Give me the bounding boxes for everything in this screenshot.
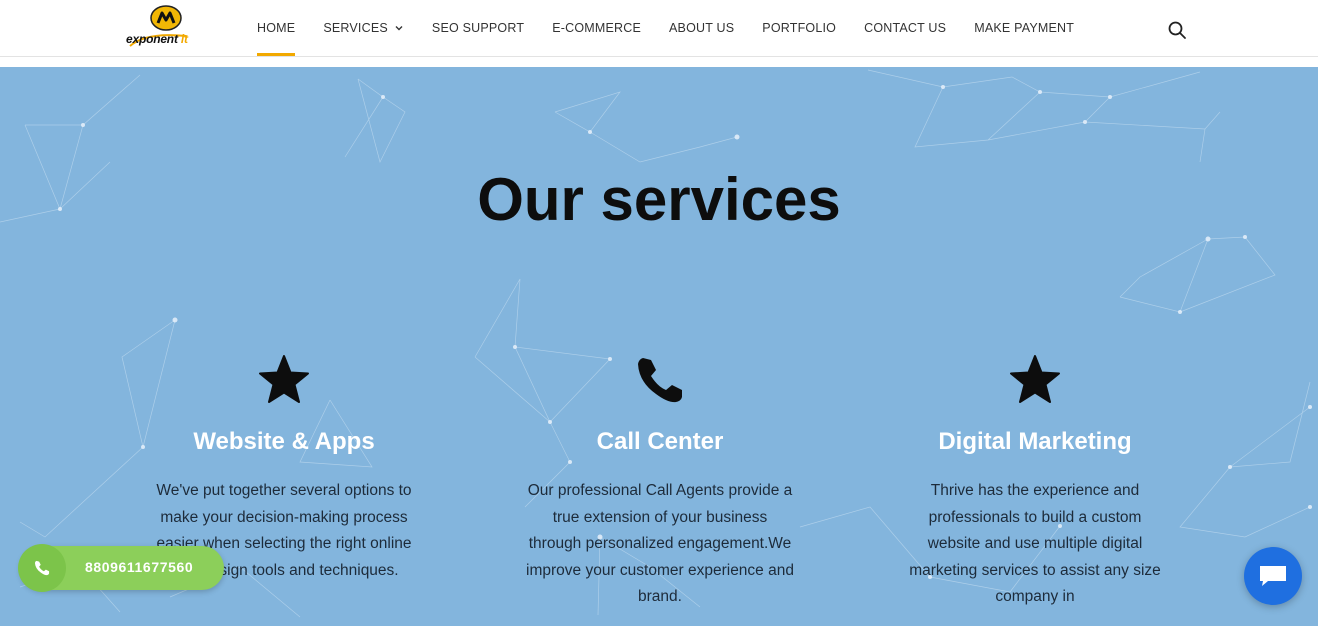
phone-icon (34, 560, 50, 576)
nav-seo-support[interactable]: SEO SUPPORT (418, 0, 538, 56)
star-icon (259, 355, 309, 403)
service-card-call-center: Call Center Our professional Call Agents… (510, 352, 810, 611)
main-nav: HOME SERVICES SEO SUPPORT E-COMMERCE ABO… (243, 0, 1088, 56)
site-header: exponent it HOME SERVICES SEO SUPPORT E-… (0, 0, 1318, 57)
nav-e-commerce[interactable]: E-COMMERCE (538, 0, 655, 56)
nav-home[interactable]: HOME (243, 0, 309, 56)
nav-portfolio-label: PORTFOLIO (762, 21, 837, 35)
phone-icon (638, 358, 682, 403)
service-title: Digital Marketing (938, 428, 1132, 455)
nav-make-payment[interactable]: MAKE PAYMENT (960, 0, 1088, 56)
nav-home-label: HOME (257, 21, 296, 35)
nav-about-us-label: ABOUT US (669, 21, 735, 35)
nav-services-label: SERVICES (323, 21, 388, 35)
chat-icon (1260, 566, 1286, 586)
service-description: Thrive has the experience and profession… (909, 482, 1161, 605)
call-now-button[interactable]: 8809611677560 (18, 544, 224, 592)
nav-portfolio[interactable]: PORTFOLIO (748, 0, 850, 56)
service-description: Our professional Call Agents provide a t… (526, 482, 794, 605)
nav-make-payment-label: MAKE PAYMENT (974, 21, 1075, 35)
nav-contact-us-label: CONTACT US (864, 21, 947, 35)
service-card-digital-marketing: Digital Marketing Thrive has the experie… (885, 352, 1185, 611)
logo-wordmark: exponent it (126, 32, 188, 46)
chevron-down-icon (395, 26, 403, 31)
nav-e-commerce-label: E-COMMERCE (552, 21, 641, 35)
phone-circle (18, 544, 66, 592)
logo[interactable]: exponent it (126, 4, 206, 52)
service-title: Website & Apps (193, 428, 375, 455)
service-title: Call Center (596, 428, 724, 455)
services-section: Our services Website & Apps We've put to… (0, 67, 1318, 626)
star-icon (1010, 355, 1060, 403)
nav-about-us[interactable]: ABOUT US (655, 0, 748, 56)
phone-number: 8809611677560 (85, 559, 194, 575)
chat-button[interactable] (1244, 547, 1302, 605)
nav-services[interactable]: SERVICES (309, 0, 418, 56)
search-icon[interactable] (1167, 20, 1187, 40)
header-spacer (0, 57, 1318, 67)
nav-seo-support-label: SEO SUPPORT (431, 21, 525, 35)
nav-contact-us[interactable]: CONTACT US (850, 0, 960, 56)
section-title: Our services (477, 166, 841, 233)
